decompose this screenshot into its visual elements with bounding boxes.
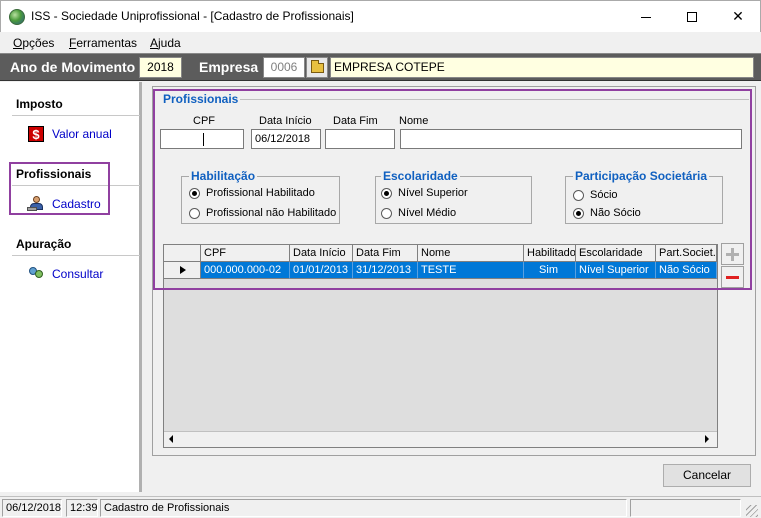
grid-header: CPF Data Início Data Fim Nome Habilitado…: [164, 245, 717, 262]
window-title: ISS - Sociedade Uniprofissional - [Cadas…: [31, 9, 354, 23]
radio-selected-icon: [189, 188, 200, 199]
habilitacao-title: Habilitação: [189, 169, 258, 183]
table-row[interactable]: 000.000.000-02 01/01/2013 31/12/2013 TES…: [164, 262, 717, 279]
search-people-icon: [28, 265, 44, 281]
nav-divider: [12, 115, 140, 116]
year-field[interactable]: 2018: [139, 57, 182, 78]
data-inicio-input[interactable]: 06/12/2018: [251, 129, 321, 149]
status-date: 06/12/2018: [2, 499, 62, 517]
cell-escolaridade: Nível Superior: [576, 262, 656, 279]
open-company-button[interactable]: [306, 57, 328, 78]
minus-icon: [726, 276, 739, 279]
nav-section-apuracao: Apuração: [16, 237, 72, 251]
cpf-label: CPF: [193, 115, 215, 127]
grid-header-nome[interactable]: Nome: [418, 245, 524, 262]
nome-input[interactable]: [400, 129, 742, 149]
grid-header-indicator: [164, 245, 201, 262]
app-globe-icon: [9, 9, 25, 25]
radio-label: Profissional Habilitado: [206, 187, 315, 199]
scroll-left-icon[interactable]: [169, 435, 173, 443]
maximize-icon: [687, 12, 697, 23]
radio-unselected-icon: [573, 190, 584, 201]
cell-part-societ: Não Sócio: [656, 262, 717, 279]
resize-grip-icon[interactable]: [746, 505, 758, 517]
scroll-right-icon[interactable]: [705, 435, 709, 443]
minimize-button[interactable]: [623, 1, 669, 32]
add-row-button[interactable]: [721, 243, 744, 265]
escolaridade-title: Escolaridade: [381, 169, 460, 183]
menu-opcoes[interactable]: Opções: [13, 36, 54, 50]
radio-unselected-icon: [381, 208, 392, 219]
text-caret: [203, 133, 204, 146]
cell-nome: TESTE: [418, 262, 524, 279]
cell-data-inicio: 01/01/2013: [290, 262, 353, 279]
radio-label: Profissional não Habilitado: [206, 207, 337, 219]
remove-row-button[interactable]: [721, 266, 744, 288]
cell-habilitado: Sim: [524, 262, 576, 279]
folder-open-icon: [311, 60, 324, 73]
participacao-title: Participação Societária: [573, 169, 710, 183]
status-time: 12:39: [66, 499, 98, 517]
maximize-button[interactable]: [669, 1, 715, 32]
status-bar: 06/12/2018 12:39 Cadastro de Profissiona…: [0, 496, 761, 518]
year-label: Ano de Movimento: [10, 59, 136, 75]
group-border-line: [166, 99, 749, 100]
company-code-field[interactable]: 0006: [263, 57, 305, 78]
cell-data-fim: 31/12/2013: [353, 262, 418, 279]
highlight-box-profissionais: [9, 162, 110, 215]
nav-link-valor-anual[interactable]: Valor anual: [52, 127, 112, 141]
title-bar: ISS - Sociedade Uniprofissional - [Cadas…: [0, 0, 761, 32]
data-inicio-label: Data Início: [259, 115, 312, 127]
left-navigation: Imposto $ Valor anual Profissionais Cada…: [0, 82, 142, 492]
grid-header-part-societ[interactable]: Part.Societ.: [656, 245, 717, 262]
grid-horizontal-scrollbar[interactable]: [164, 431, 717, 447]
menu-ferramentas[interactable]: Ferramentas: [69, 36, 137, 50]
nav-divider: [12, 255, 140, 256]
radio-selected-icon: [381, 188, 392, 199]
close-icon: ✕: [732, 8, 744, 24]
nome-label: Nome: [399, 115, 429, 127]
participacao-group: [565, 176, 723, 224]
grid-header-data-fim[interactable]: Data Fim: [353, 245, 418, 262]
movement-toolbar: Ano de Movimento 2018 Empresa 0006 EMPRE…: [0, 53, 761, 81]
grid-header-cpf[interactable]: CPF: [201, 245, 290, 262]
group-title-profissionais: Profissionais: [161, 92, 241, 106]
radio-label: Nível Superior: [398, 187, 468, 199]
data-fim-input[interactable]: [325, 129, 395, 149]
status-empty-panel: [630, 499, 741, 517]
profissionais-grid: CPF Data Início Data Fim Nome Habilitado…: [163, 244, 718, 448]
radio-unselected-icon: [189, 208, 200, 219]
grid-header-habilitado[interactable]: Habilitado: [524, 245, 576, 262]
close-button[interactable]: ✕: [715, 1, 761, 32]
cell-cpf: 000.000.000-02: [201, 262, 290, 279]
radio-selected-icon: [573, 208, 584, 219]
grid-header-escolaridade[interactable]: Escolaridade: [576, 245, 656, 262]
minimize-icon: [641, 16, 651, 18]
data-fim-label: Data Fim: [333, 115, 378, 127]
radio-label: Nível Médio: [398, 207, 457, 219]
radio-label: Sócio: [590, 189, 618, 201]
nav-link-consultar[interactable]: Consultar: [52, 267, 103, 281]
company-label: Empresa: [199, 59, 259, 75]
grid-header-data-inicio[interactable]: Data Início: [290, 245, 353, 262]
menu-bar: Opções Ferramentas Ajuda: [0, 32, 761, 52]
nav-section-imposto: Imposto: [16, 97, 63, 111]
cpf-input[interactable]: [160, 129, 244, 149]
menu-ajuda[interactable]: Ajuda: [150, 36, 181, 50]
cancel-button[interactable]: Cancelar: [663, 464, 751, 487]
radio-label: Não Sócio: [590, 207, 641, 219]
dollar-icon: $: [28, 126, 44, 142]
status-screen-name: Cadastro de Profissionais: [100, 499, 627, 517]
company-name-field: EMPRESA COTEPE: [330, 57, 754, 78]
